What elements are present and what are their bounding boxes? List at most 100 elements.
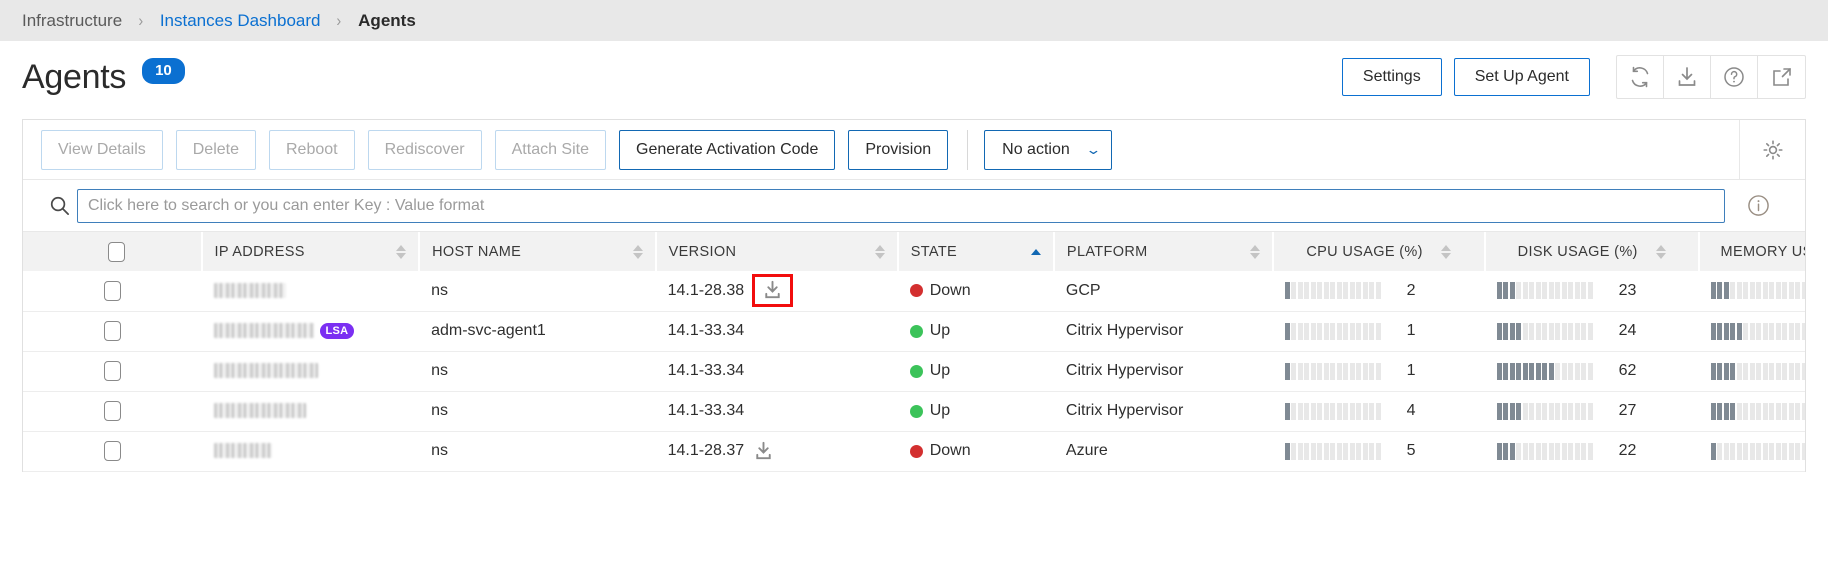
cell-cpu-usage: 1 <box>1272 311 1485 352</box>
cell-memory-usage: 21 <box>1698 271 1805 312</box>
column-header-cpu_usage[interactable]: CPU USAGE (%) <box>1272 232 1486 271</box>
row-checkbox[interactable] <box>103 361 121 381</box>
sort-indicator-icon[interactable] <box>632 244 643 259</box>
version-label: 14.1-33.34 <box>667 402 745 419</box>
table-body: ns 14.1-28.38 Down GCP 2 23 21 LSA adm-svc-agent… <box>23 271 1805 472</box>
cell-memory-usage: 24 <box>1698 391 1805 432</box>
cell-memory-usage: 7 <box>1698 431 1805 472</box>
cell-ip-address <box>201 431 420 472</box>
column-header-checkbox <box>23 232 203 271</box>
status-label: Up <box>929 402 951 419</box>
attach-site-button: Attach Site <box>494 129 606 170</box>
refresh-icon[interactable] <box>1617 56 1664 98</box>
info-icon[interactable] <box>1725 193 1791 218</box>
sort-indicator-icon[interactable] <box>874 244 885 259</box>
column-header-label: IP ADDRESS <box>214 243 305 260</box>
column-header-memory_usage[interactable]: MEMORY USAGE (%) <box>1698 232 1805 271</box>
sort-indicator-icon[interactable] <box>396 244 407 259</box>
help-icon[interactable] <box>1711 56 1758 98</box>
agents-table: IP ADDRESS HOST NAME VERSION STATE PLATFORM C… <box>23 232 1805 472</box>
cell-host-name: adm-svc-agent1 <box>419 311 656 352</box>
cell-platform: Citrix Hypervisor <box>1053 351 1273 392</box>
open-external-icon[interactable] <box>1758 56 1805 98</box>
cell-host-name: ns <box>419 431 656 472</box>
settings-button[interactable]: Settings <box>1341 58 1442 96</box>
column-header-ip_address[interactable]: IP ADDRESS <box>201 232 421 271</box>
cpu-usage-value: 5 <box>1406 442 1416 459</box>
sort-indicator-icon[interactable] <box>1249 244 1260 259</box>
no-action-select[interactable]: No action ⌄ <box>984 129 1113 170</box>
breadcrumb-item-agents: Agents <box>358 10 416 30</box>
column-header-host_name[interactable]: HOST NAME <box>419 232 657 271</box>
disk-usage-meter <box>1496 282 1593 300</box>
sort-indicator-icon[interactable] <box>1440 244 1451 259</box>
cell-version: 14.1-33.34 <box>655 391 898 432</box>
sort-indicator-icon[interactable] <box>1655 244 1666 259</box>
cell-version: 14.1-33.34 <box>655 311 898 352</box>
download-icon[interactable] <box>1664 56 1711 98</box>
cell-version: 14.1-28.38 <box>655 271 898 312</box>
cpu-usage-value: 4 <box>1406 402 1416 419</box>
cell-platform: Citrix Hypervisor <box>1053 391 1273 432</box>
table-header-row: IP ADDRESS HOST NAME VERSION STATE PLATFORM C… <box>23 232 1805 271</box>
row-checkbox[interactable] <box>103 321 121 341</box>
version-label: 14.1-28.37 <box>667 442 745 459</box>
cpu-usage-meter <box>1284 322 1381 340</box>
search-input[interactable] <box>77 188 1725 223</box>
row-select-cell <box>23 431 202 472</box>
download-icon[interactable] <box>761 279 784 302</box>
set-up-agent-button[interactable]: Set Up Agent <box>1453 58 1590 96</box>
cell-state: Down <box>897 431 1054 472</box>
gear-icon[interactable] <box>1739 120 1805 179</box>
status-label: Up <box>929 362 951 379</box>
row-checkbox[interactable] <box>103 441 121 461</box>
column-header-disk_usage[interactable]: DISK USAGE (%) <box>1484 232 1700 271</box>
sort-indicator-icon[interactable] <box>1030 248 1041 255</box>
table-row[interactable]: LSA adm-svc-agent1 14.1-33.34 Up Citrix Hype… <box>23 311 1805 352</box>
agents-panel: View Details Delete Reboot Rediscover Attach… <box>22 119 1806 472</box>
row-checkbox[interactable] <box>103 280 121 301</box>
column-header-platform[interactable]: PLATFORM <box>1053 232 1274 271</box>
disk-usage-value: 27 <box>1618 402 1637 419</box>
select-all-checkbox[interactable] <box>108 241 126 262</box>
status-label: Down <box>929 281 971 299</box>
cell-memory-usage: 31 <box>1698 311 1805 352</box>
agents-count-badge: 10 <box>142 58 185 84</box>
cell-ip-address <box>201 351 420 392</box>
table-row[interactable]: ns 14.1-28.37 Down Azure 5 22 7 <box>23 431 1805 472</box>
cell-disk-usage: 23 <box>1484 271 1699 312</box>
cpu-usage-meter <box>1284 402 1381 420</box>
status-dot-icon <box>909 324 923 338</box>
generate-activation-code-button[interactable]: Generate Activation Code <box>619 129 836 170</box>
row-checkbox[interactable] <box>103 401 121 421</box>
table-row[interactable]: ns 14.1-33.34 Up Citrix Hypervisor 4 27 24 <box>23 391 1805 432</box>
provision-button[interactable]: Provision <box>848 129 949 170</box>
page-header: Agents 10 Settings Set Up Agent <box>0 41 1828 113</box>
breadcrumb-item-infrastructure[interactable]: Infrastructure <box>22 11 122 31</box>
disk-usage-value: 62 <box>1618 362 1637 379</box>
download-icon[interactable] <box>752 440 775 463</box>
agents-table-wrap: IP ADDRESS HOST NAME VERSION STATE PLATFORM C… <box>23 232 1805 472</box>
status-dot-icon <box>909 444 923 458</box>
status-dot-icon <box>909 364 923 378</box>
column-header-label: HOST NAME <box>432 243 522 260</box>
table-row[interactable]: ns 14.1-33.34 Up Citrix Hypervisor 1 62 27 <box>23 351 1805 392</box>
status-label: Up <box>929 322 951 339</box>
table-row[interactable]: ns 14.1-28.38 Down GCP 2 23 21 <box>23 271 1805 312</box>
column-header-state[interactable]: STATE <box>897 232 1055 271</box>
breadcrumb-item-instances-dashboard[interactable]: Instances Dashboard <box>160 11 321 31</box>
column-header-version[interactable]: VERSION <box>655 232 899 271</box>
row-select-cell <box>23 271 202 312</box>
status-dot-icon <box>909 404 923 418</box>
breadcrumb-separator: › <box>138 10 144 30</box>
memory-usage-meter <box>1710 362 1805 380</box>
column-header-label: STATE <box>910 243 958 260</box>
cell-host-name: ns <box>419 351 656 392</box>
disk-usage-meter <box>1496 322 1593 340</box>
no-action-select-value: No action <box>1002 140 1070 158</box>
redacted-ip-address <box>213 443 272 459</box>
cell-platform: GCP <box>1053 271 1273 312</box>
cell-state: Down <box>897 271 1054 312</box>
cell-memory-usage: 27 <box>1698 351 1805 392</box>
action-toolbar: View Details Delete Reboot Rediscover Attach… <box>23 120 1805 180</box>
